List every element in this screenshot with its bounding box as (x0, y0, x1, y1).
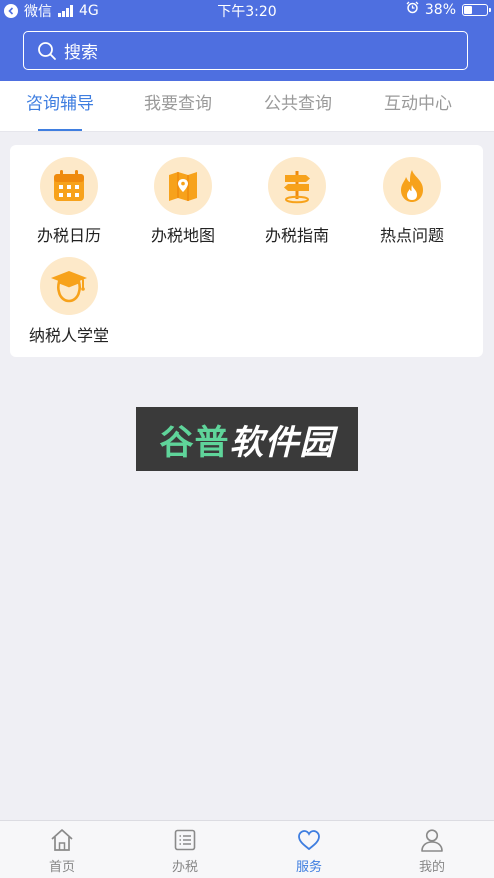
nav-label: 服务 (295, 860, 322, 875)
tab-interaction-center[interactable]: 互动中心 (358, 81, 478, 131)
grid-item-hot-issues[interactable]: 热点问题 (355, 157, 469, 246)
user-icon (419, 827, 445, 853)
nav-tax[interactable]: 办税 (123, 821, 247, 878)
grid-label: 办税地图 (150, 226, 215, 245)
function-grid: 办税日历 办税地图 办税指南 热点问题 纳税人学堂 (10, 145, 483, 357)
grid-label: 热点问题 (379, 226, 444, 245)
calendar-icon (40, 157, 98, 215)
nav-service[interactable]: 服务 (247, 821, 371, 878)
search-input[interactable]: 搜索 (23, 31, 468, 70)
grid-item-tax-guide[interactable]: 办税指南 (240, 157, 354, 246)
status-bar: 微信 4G 下午3:20 38% (0, 0, 494, 20)
header: 搜索 (0, 20, 494, 81)
map-icon (154, 157, 212, 215)
watermark-text-green: 谷普 (159, 422, 230, 463)
tab-bar: 咨询辅导 我要查询 公共查询 互动中心 (0, 81, 494, 132)
nav-home[interactable]: 首页 (0, 821, 124, 878)
heart-icon (296, 827, 322, 853)
fire-icon (383, 157, 441, 215)
graduation-cap-icon (40, 257, 98, 315)
watermark-logo: 谷普 软件园 (136, 407, 358, 471)
watermark-text-white: 软件园 (229, 422, 335, 463)
tab-my-query[interactable]: 我要查询 (118, 81, 238, 131)
list-icon (172, 827, 198, 853)
tab-consult[interactable]: 咨询辅导 (0, 81, 120, 131)
alarm-icon (406, 1, 419, 18)
grid-item-tax-calendar[interactable]: 办税日历 (12, 157, 126, 246)
nav-label: 办税 (171, 860, 198, 875)
search-placeholder: 搜索 (64, 43, 98, 63)
search-icon (37, 41, 57, 61)
grid-item-tax-map[interactable]: 办税地图 (126, 157, 240, 246)
grid-item-taxpayer-school[interactable]: 纳税人学堂 (12, 257, 126, 346)
nav-label: 首页 (48, 860, 75, 875)
battery-percent: 38% (424, 1, 456, 18)
grid-label: 办税指南 (264, 226, 329, 245)
nav-mine[interactable]: 我的 (370, 821, 494, 878)
home-icon (49, 827, 75, 853)
grid-label: 办税日历 (36, 226, 101, 245)
tab-public-query[interactable]: 公共查询 (238, 81, 358, 131)
nav-label: 我的 (418, 860, 445, 875)
grid-label: 纳税人学堂 (28, 326, 109, 345)
battery-icon (462, 3, 491, 16)
signpost-icon (268, 157, 326, 215)
bottom-nav: 首页 办税 服务 我的 (0, 820, 494, 878)
